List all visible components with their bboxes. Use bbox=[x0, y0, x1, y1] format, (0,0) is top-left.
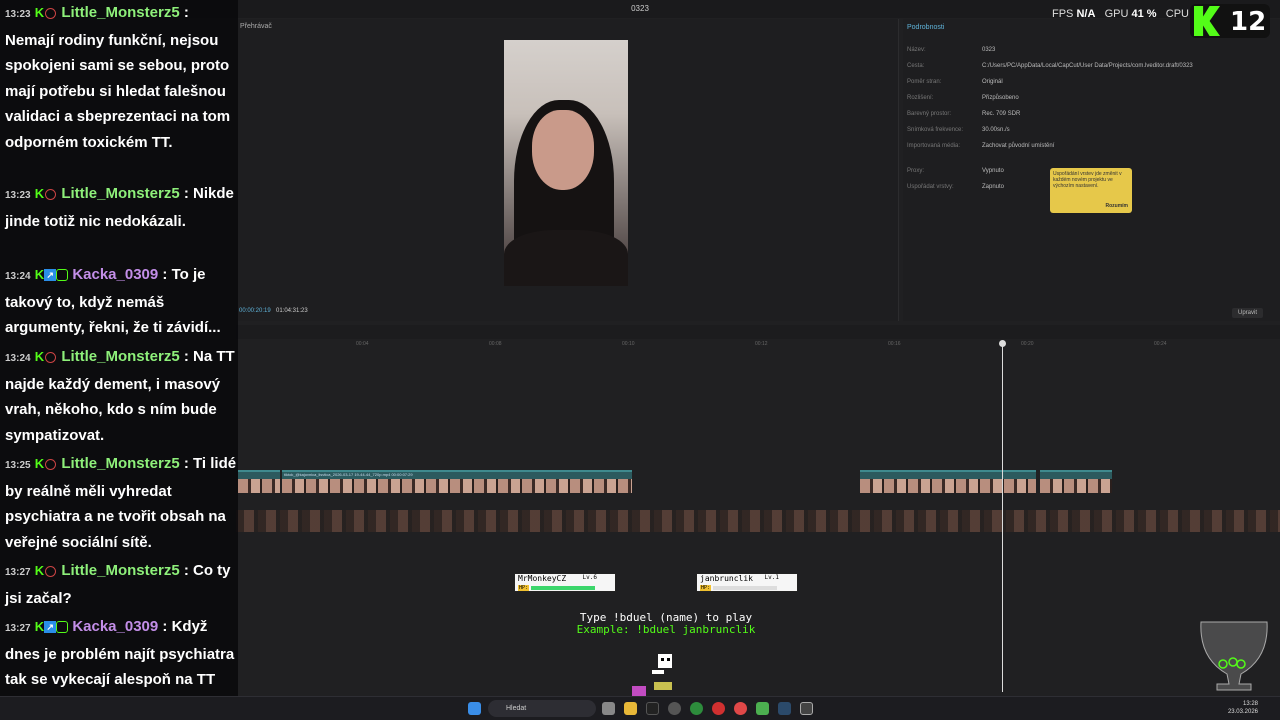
kick-viewer-badge: 12 bbox=[1190, 4, 1270, 38]
timeline-clip[interactable] bbox=[238, 470, 280, 493]
chat-message: 13:24 K ↗ Kacka_0309 : To je takový to, k… bbox=[5, 266, 221, 337]
task-view-icon[interactable] bbox=[602, 702, 615, 715]
detail-row: Rozlišení: Přizpůsobeno bbox=[907, 95, 1019, 101]
taskbar-search[interactable]: Hledat bbox=[488, 700, 596, 717]
chat-message: 13:27 K Little_Monsterz5 : Co ty jsi zač… bbox=[5, 562, 231, 607]
windows-start-icon[interactable] bbox=[468, 702, 481, 715]
total-time: 01:04:31:23 bbox=[276, 308, 308, 314]
edit-button[interactable]: Upravit bbox=[1232, 308, 1264, 318]
detail-row: Barevný prostor: Rec. 709 SDR bbox=[907, 111, 1021, 117]
player-panel: Přehrávač 00:00:20:19 01:04:31:23 bbox=[236, 19, 899, 321]
chat-message: 13:25 K Little_Monsterz5 : Ti lidé by re… bbox=[5, 455, 237, 551]
tiktok-icon[interactable] bbox=[646, 702, 659, 715]
app-icon[interactable] bbox=[712, 702, 725, 715]
timeline-clip[interactable] bbox=[860, 470, 1036, 493]
playhead[interactable] bbox=[999, 340, 1006, 692]
tooltip-ok-button[interactable]: Rozumím bbox=[1106, 203, 1129, 209]
player-header: Přehrávač bbox=[240, 23, 272, 30]
pixel-characters-icon bbox=[632, 654, 672, 696]
xbox-icon[interactable] bbox=[690, 702, 703, 715]
windows-taskbar: Hledat 13:28 23.03.2026 bbox=[0, 696, 1280, 720]
details-header: Podrobnosti bbox=[907, 24, 945, 31]
chrome-icon[interactable] bbox=[734, 702, 747, 715]
duel-player2-card: janbrunclik Lv.1 HP: bbox=[696, 573, 798, 592]
kick-logo-icon bbox=[1194, 6, 1220, 36]
detail-row: Cesta: C:/Users/PC/AppData/Local/CapCut/U… bbox=[907, 63, 1193, 69]
timeline-ruler[interactable]: 00:04 00:08 00:10 00:12 00:16 00:20 00:2… bbox=[236, 341, 1280, 351]
detail-row: Název: 0323 bbox=[907, 47, 996, 53]
viewer-count: 12 bbox=[1230, 7, 1267, 37]
play-icon[interactable] bbox=[756, 702, 769, 715]
timeline-clip[interactable]: tiktok_@kajovnica_lisvtica_2026-03-17 19… bbox=[282, 470, 632, 493]
duel-player1-card: MrMonkeyCZ Lv.6 HP: bbox=[514, 573, 616, 592]
chat-message: 13:24 K Little_Monsterz5 : Na TT najde k… bbox=[5, 348, 235, 444]
timeline-track[interactable] bbox=[236, 510, 1280, 532]
glass-jar-icon bbox=[1200, 621, 1268, 691]
duel-example: Example: !bduel janbrunclik bbox=[576, 623, 756, 636]
timeline-toolbar bbox=[236, 325, 1280, 339]
file-explorer-icon[interactable] bbox=[624, 702, 637, 715]
current-time: 00:00:20:19 bbox=[239, 308, 271, 314]
stats-overlay: FPS N/A GPU 41 % CPU bbox=[1052, 8, 1189, 20]
detail-row: Poměr stran: Originál bbox=[907, 79, 1003, 85]
obs-icon[interactable] bbox=[668, 702, 681, 715]
detail-row: Snímková frekvence: 30.00sn./s bbox=[907, 127, 1010, 133]
detail-row: Importovaná média: Zachovat původní umíst… bbox=[907, 143, 1055, 149]
video-preview[interactable] bbox=[504, 40, 628, 286]
timeline-clip[interactable] bbox=[1040, 470, 1112, 493]
chat-message: 13:23 K Little_Monsterz5 : Nikde jinde t… bbox=[5, 185, 234, 230]
capcut-icon[interactable] bbox=[800, 702, 813, 715]
taskbar-clock[interactable]: 13:28 23.03.2026 bbox=[1228, 700, 1258, 716]
layers-tooltip: Uspořádání vrstev jde změnit v každém no… bbox=[1050, 168, 1132, 213]
chat-message: 13:23 K Little_Monsterz5 : Nemají rodiny… bbox=[5, 4, 231, 151]
steam-icon[interactable] bbox=[778, 702, 791, 715]
